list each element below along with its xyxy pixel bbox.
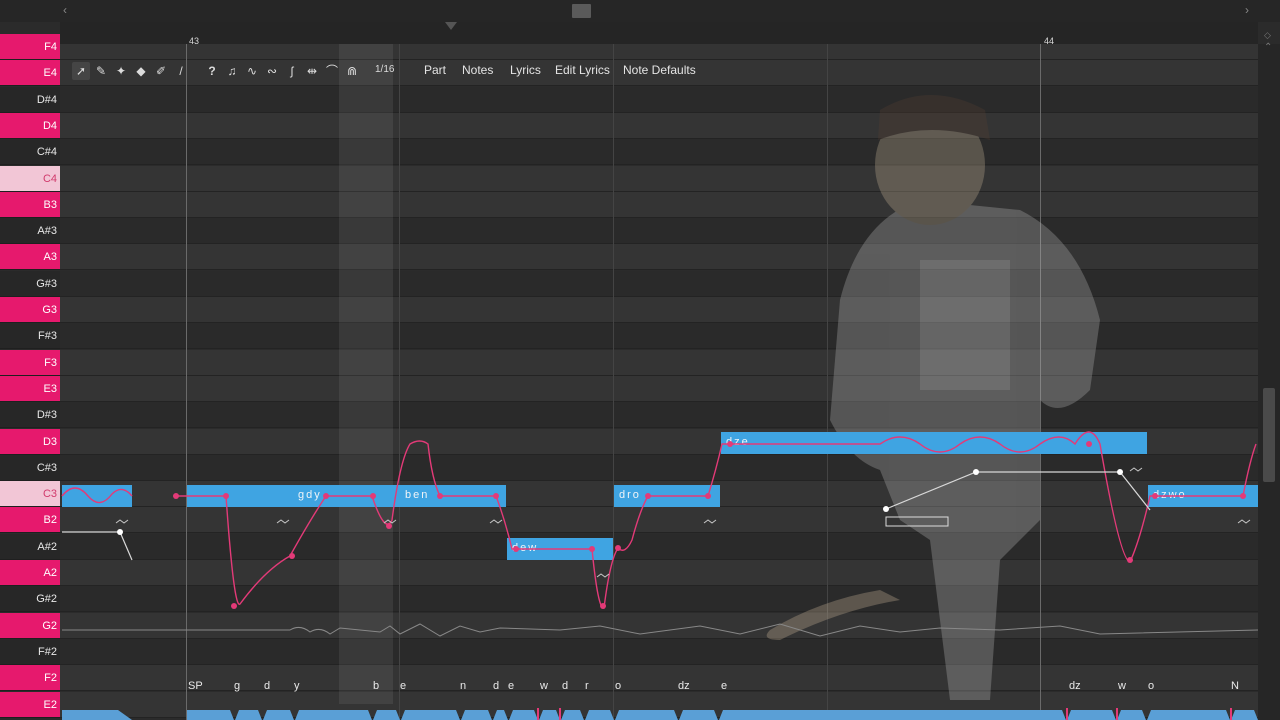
pitch-curve — [61, 431, 1257, 609]
phoneme-label[interactable]: w — [1118, 680, 1126, 692]
piano-roll-editor: ‹ › 43 44 F4 E4 D#4 D4 C#4 C4 B3 A#3 A3 G#3 G3 F#3 F… — [0, 0, 1280, 720]
phoneme-label[interactable]: w — [540, 680, 548, 692]
phoneme-blocks — [62, 708, 1258, 720]
phoneme-label[interactable]: o — [615, 680, 621, 692]
vertical-scrollbar[interactable]: ◇ ⌃ — [1258, 30, 1280, 720]
waveform — [62, 623, 1259, 637]
phoneme-label[interactable]: e — [400, 680, 406, 692]
phoneme-label[interactable]: dz — [678, 680, 690, 692]
phoneme-label[interactable]: g — [234, 680, 240, 692]
phoneme-label[interactable]: r — [585, 680, 589, 692]
phoneme-label[interactable]: e — [721, 680, 727, 692]
phoneme-label[interactable]: b — [373, 680, 379, 692]
scroll-up-icon[interactable]: ⌃ — [1264, 42, 1272, 53]
phoneme-track[interactable]: SP g d y b e n d e w d r o dz e dz w o N — [0, 678, 1280, 720]
phoneme-label[interactable]: dz — [1069, 680, 1081, 692]
pitch-curve-layer — [61, 431, 1259, 637]
expression-curve — [62, 471, 1151, 561]
phoneme-label[interactable]: d — [264, 680, 270, 692]
phoneme-label[interactable]: N — [1231, 680, 1239, 692]
phoneme-label[interactable]: o — [1148, 680, 1154, 692]
phoneme-label[interactable]: d — [562, 680, 568, 692]
phoneme-label[interactable]: e — [508, 680, 514, 692]
phoneme-label[interactable]: n — [460, 680, 466, 692]
phoneme-label[interactable]: SP — [188, 680, 203, 692]
diamond-icon[interactable]: ◇ — [1264, 30, 1271, 41]
phoneme-label[interactable]: d — [493, 680, 499, 692]
vertical-scroll-thumb[interactable] — [1263, 388, 1275, 482]
phoneme-label[interactable]: y — [294, 680, 300, 692]
